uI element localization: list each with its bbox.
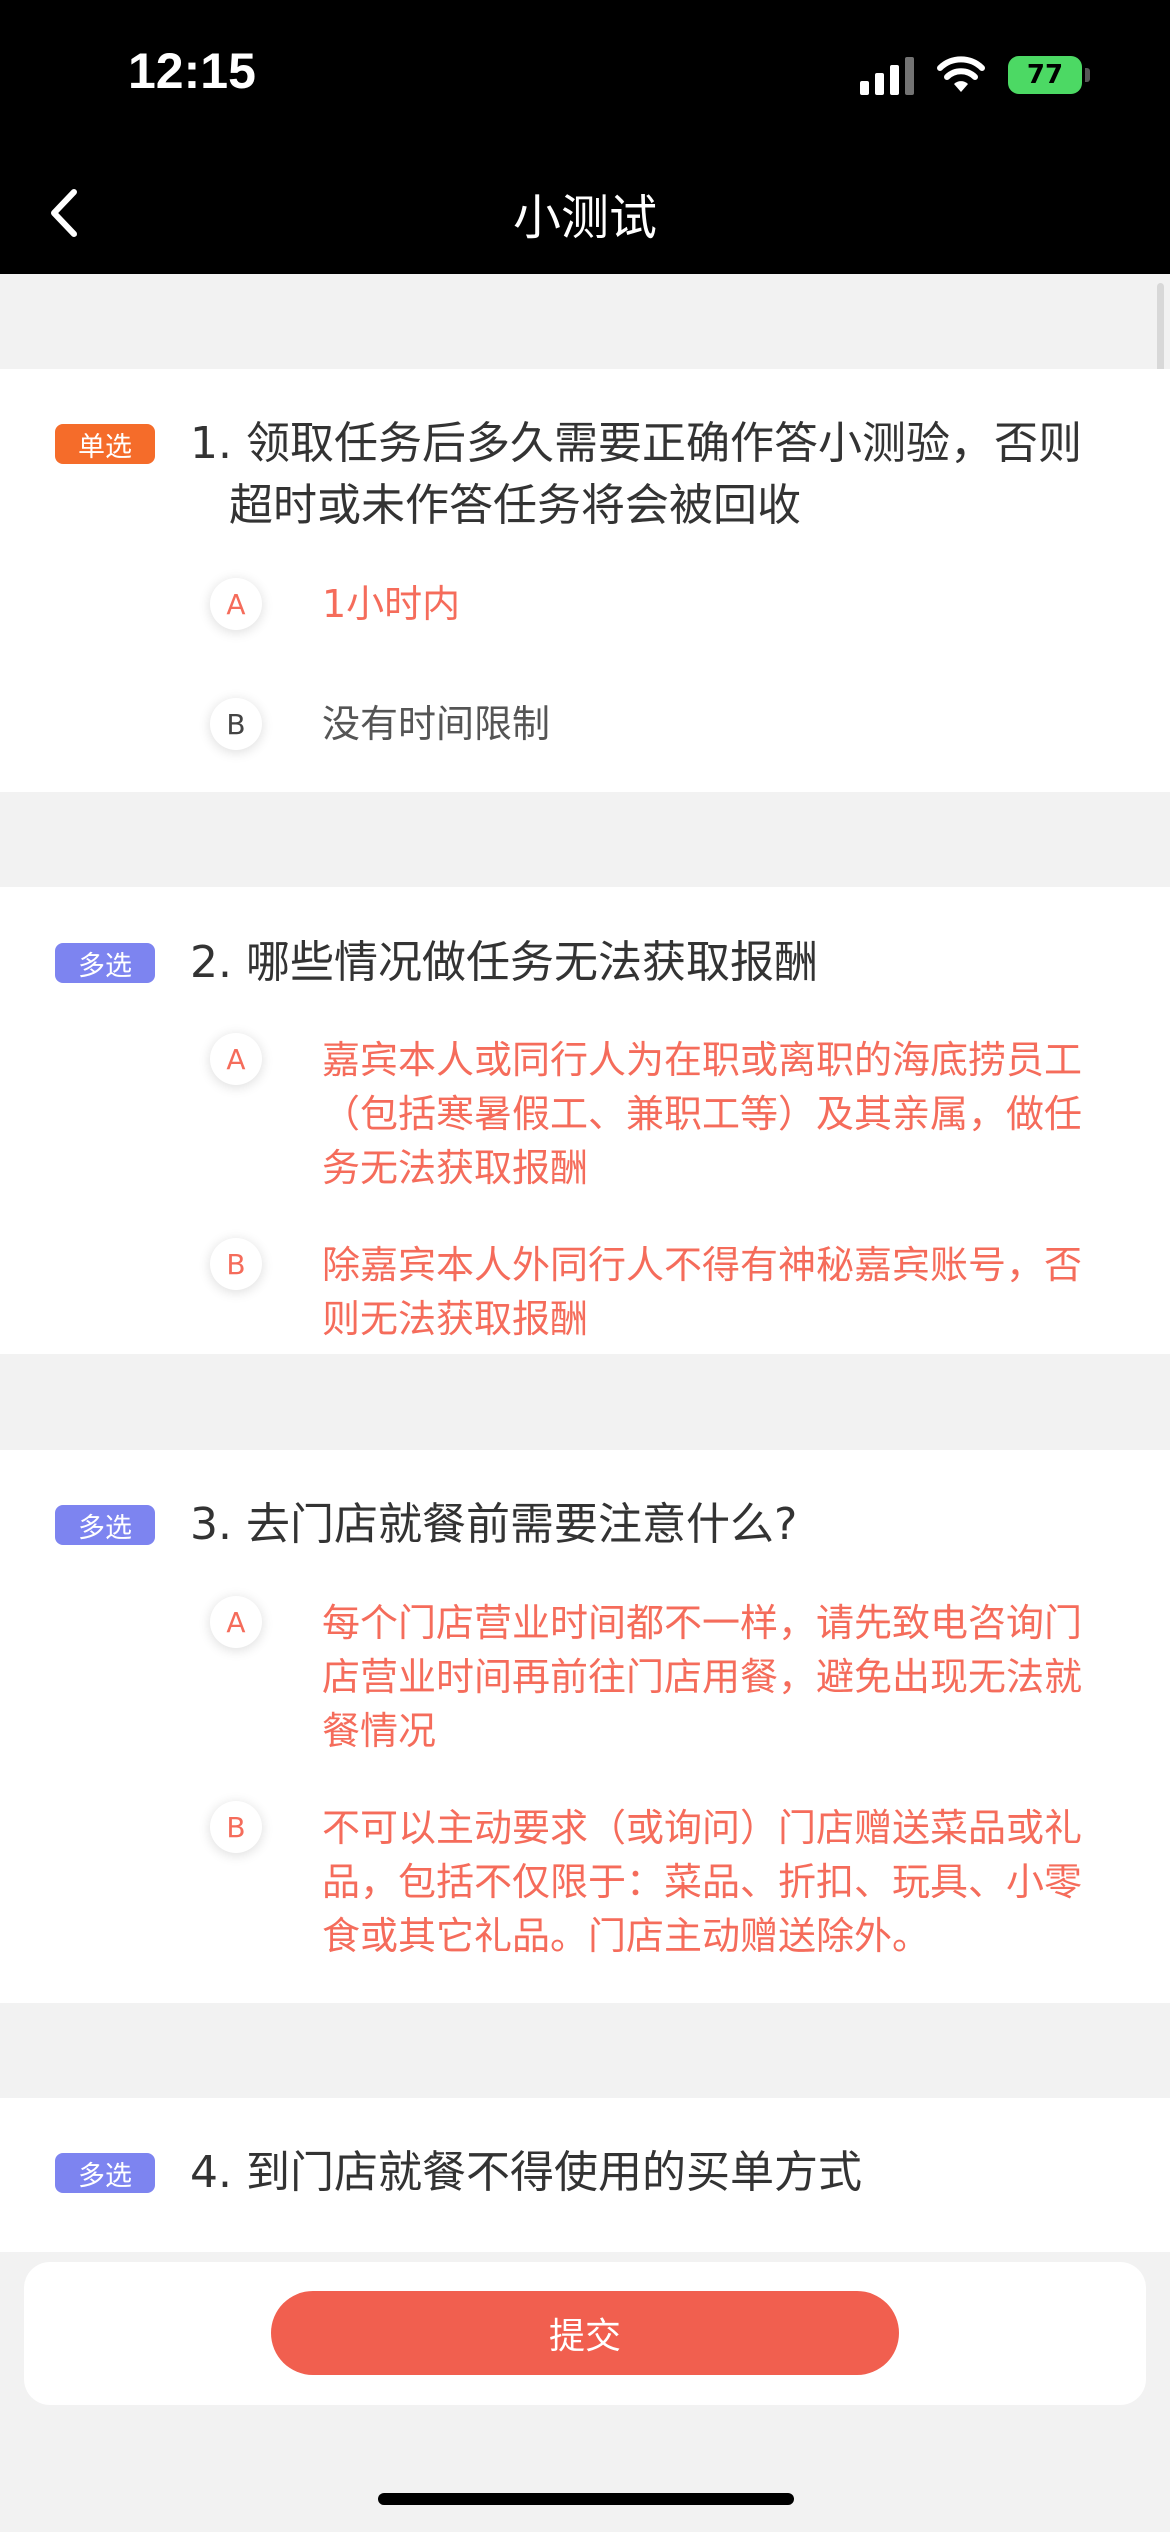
home-indicator[interactable] [378,2493,794,2505]
cellular-signal-icon [860,55,914,95]
question-text: 4. 到门店就餐不得使用的买单方式 [190,2147,862,2198]
question-card-2: 多选 2. 哪些情况做任务无法获取报酬 A 嘉宾本人或同行人为在职或离职的海底捞… [0,887,1170,1354]
question-text: 1. 领取任务后多久需要正确作答小测验，否则超时或未作答任务将会被回收 [190,418,1082,531]
status-time: 12:15 [128,43,256,99]
option-checkbox-b[interactable]: B [210,1238,262,1290]
multi-choice-tag: 多选 [55,2153,155,2193]
single-choice-tag: 单选 [55,424,155,464]
nav-bar: 小测试 [0,150,1170,274]
multi-choice-tag: 多选 [55,943,155,983]
question-text: 3. 去门店就餐前需要注意什么? [190,1499,798,1550]
question-text: 2. 哪些情况做任务无法获取报酬 [190,937,818,988]
option-checkbox-b[interactable]: B [210,1801,262,1853]
multi-choice-tag: 多选 [55,1505,155,1545]
option-label-b[interactable]: 不可以主动要求（或询问）门店赠送菜品或礼品，包括不仅限于：菜品、折扣、玩具、小零… [322,1801,1100,1963]
option-label-b[interactable]: 没有时间限制 [322,697,1100,751]
submit-button[interactable]: 提交 [271,2291,899,2375]
option-label-a[interactable]: 嘉宾本人或同行人为在职或离职的海底捞员工（包括寒暑假工、兼职工等）及其亲属，做任… [322,1033,1100,1195]
status-icons: 77 [860,55,1090,95]
option-radio-b[interactable]: B [210,698,262,750]
status-bar: 12:15 77 [0,0,1170,150]
battery-level: 77 [1026,60,1064,90]
question-card-1: 单选 1. 领取任务后多久需要正确作答小测验，否则超时或未作答任务将会被回收 A… [0,369,1170,792]
wifi-icon [937,56,985,92]
option-checkbox-a[interactable]: A [210,1596,262,1648]
question-card-3: 多选 3. 去门店就餐前需要注意什么? A 每个门店营业时间都不一样，请先致电咨… [0,1450,1170,2003]
option-checkbox-a[interactable]: A [210,1033,262,1085]
option-label-a[interactable]: 1小时内 [322,577,1100,631]
option-label-b[interactable]: 除嘉宾本人外同行人不得有神秘嘉宾账号，否则无法获取报酬 [322,1238,1100,1346]
option-label-a[interactable]: 每个门店营业时间都不一样，请先致电咨询门店营业时间再前往门店用餐，避免出现无法就… [322,1596,1100,1758]
page-title: 小测试 [512,190,657,246]
option-radio-a[interactable]: A [210,578,262,630]
battery-icon: 77 [1008,56,1090,94]
